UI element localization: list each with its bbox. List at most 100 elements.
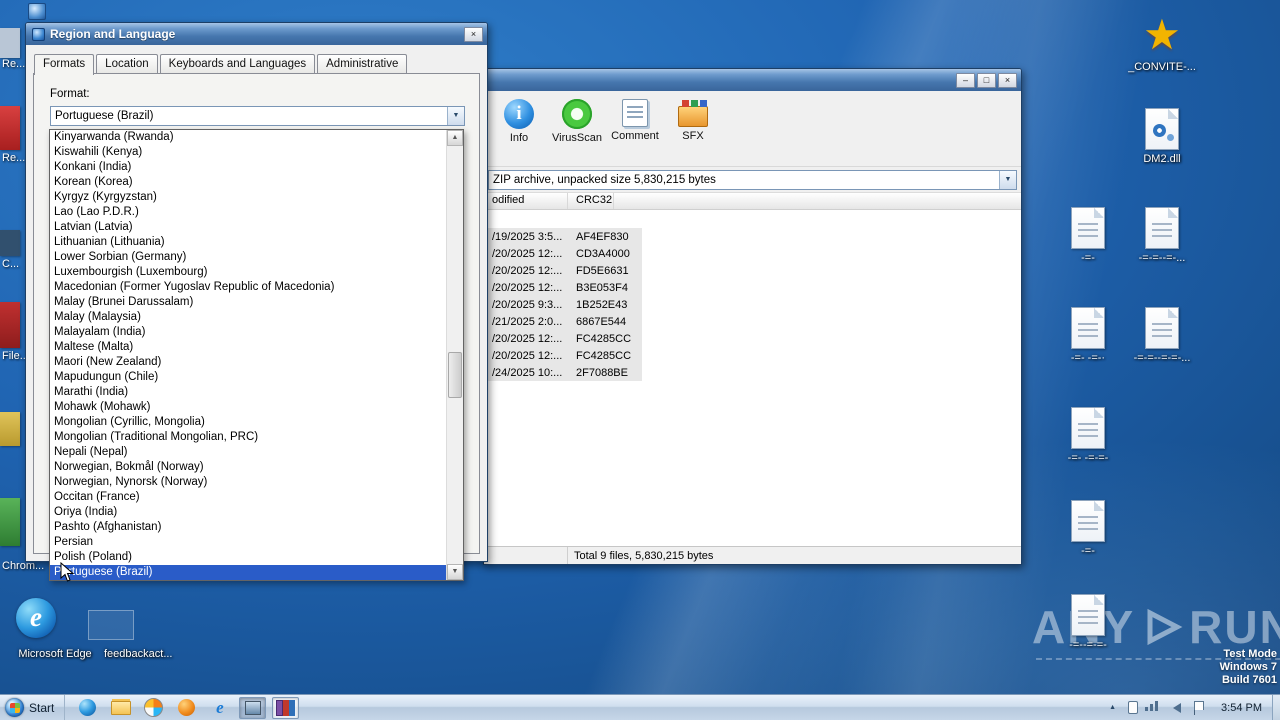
dropdown-option[interactable]: Maltese (Malta) [50,340,446,355]
format-combobox[interactable]: Portuguese (Brazil) ▼ [50,106,465,126]
dropdown-scrollbar[interactable]: ▲ ▼ [446,130,463,580]
archive-window-taskbar-icon[interactable] [272,696,300,719]
close-button[interactable]: × [464,26,483,42]
sfx-button[interactable]: SFX [664,99,722,142]
file-row[interactable]: /20/2025 12:... FC4285CC [484,330,642,347]
close-button[interactable]: × [998,72,1017,88]
desktop-icon-convite[interactable]: _CONVITE-... [1126,12,1198,73]
document-icon [1071,594,1105,636]
chevron-down-icon[interactable]: ▼ [999,171,1016,189]
dropdown-option[interactable]: Portuguese (Brazil) [50,565,446,580]
desktop-icon-file[interactable]: -=-=--=-... [1126,207,1198,264]
virusscan-button[interactable]: VirusScan [548,99,606,144]
dropdown-option[interactable]: Occitan (France) [50,490,446,505]
media-player-taskbar-icon[interactable] [140,697,167,719]
desktop-icon-file[interactable]: -=-=--=-=-... [1126,307,1198,364]
desktop-icon-fragment[interactable] [0,302,20,348]
file-row[interactable]: /24/2025 10:... 2F7088BE [484,364,642,381]
dropdown-option[interactable]: Luxembourgish (Luxembourg) [50,265,446,280]
dropdown-option[interactable]: Malayalam (India) [50,325,446,340]
dropdown-option[interactable]: Nepali (Nepal) [50,445,446,460]
desktop-icon-file[interactable]: -=--=-=- [1052,594,1124,651]
desktop-icon-fragment[interactable] [0,412,20,446]
desktop-icon-file[interactable]: -=- [1052,207,1124,264]
dropdown-option[interactable]: Konkani (India) [50,160,446,175]
file-modified: /21/2025 2:0... [492,315,563,328]
tab-location[interactable]: Location [96,54,158,73]
network-tray-icon[interactable] [1145,701,1159,711]
chevron-down-icon[interactable]: ▼ [447,107,464,125]
dropdown-option[interactable]: Marathi (India) [50,385,446,400]
tab-administrative[interactable]: Administrative [317,54,408,73]
minimize-button[interactable]: – [956,72,975,88]
scroll-down-icon[interactable]: ▼ [447,564,463,580]
desktop-icon-fragment[interactable] [0,28,20,58]
dropdown-option[interactable]: Polish (Poland) [50,550,446,565]
dropdown-option[interactable]: Persian [50,535,446,550]
dropdown-option[interactable]: Lower Sorbian (Germany) [50,250,446,265]
dropdown-option[interactable]: Pashto (Afghanistan) [50,520,446,535]
dropdown-option[interactable]: Mongolian (Traditional Mongolian, PRC) [50,430,446,445]
volume-tray-icon[interactable] [1168,702,1182,713]
tab-formats[interactable]: Formats [34,54,95,75]
dropdown-option[interactable]: Kyrgyz (Kyrgyzstan) [50,190,446,205]
desktop-icon-file[interactable]: -=- -=-=- [1052,407,1124,464]
action-center-flag-icon[interactable] [1194,701,1205,715]
scrollbar-thumb[interactable] [448,352,462,398]
start-button[interactable]: Start [0,695,66,720]
file-row[interactable]: /20/2025 12:... FD5E6631 [484,262,642,279]
selected-icon-outline[interactable] [88,610,134,640]
region-dialog-taskbar-icon[interactable] [239,696,267,719]
comment-button[interactable]: Comment [606,99,664,142]
dropdown-option[interactable]: Mongolian (Cyrillic, Mongolia) [50,415,446,430]
desktop-icon-fragment[interactable] [0,106,20,150]
dropdown-option[interactable]: Mapudungun (Chile) [50,370,446,385]
show-desktop-button[interactable] [1272,695,1280,720]
dropdown-option[interactable]: Lithuanian (Lithuania) [50,235,446,250]
dropdown-option[interactable]: Norwegian, Bokmål (Norway) [50,460,446,475]
desktop-icon-fragment[interactable] [0,230,20,256]
dropdown-option[interactable]: Maori (New Zealand) [50,355,446,370]
dropdown-option[interactable]: Macedonian (Former Yugoslav Republic of … [50,280,446,295]
archive-statusbar: Total 9 files, 5,830,215 bytes [484,546,1021,564]
dropdown-option[interactable]: Oriya (India) [50,505,446,520]
dropdown-option[interactable]: Kiswahili (Kenya) [50,145,446,160]
archive-address-combo[interactable]: ZIP archive, unpacked size 5,830,215 byt… [488,170,1017,190]
dropdown-option[interactable]: Lao (Lao P.D.R.) [50,205,446,220]
dropdown-option[interactable]: Korean (Korea) [50,175,446,190]
file-row[interactable]: /20/2025 12:... CD3A4000 [484,245,642,262]
archive-titlebar[interactable]: – □ × [484,69,1021,91]
desktop-icon-dm2-dll[interactable]: DM2.dll [1126,108,1198,165]
internet-explorer-taskbar-icon[interactable] [206,697,233,719]
dropdown-option[interactable]: Malay (Malaysia) [50,310,446,325]
tab-keyboards-and-languages[interactable]: Keyboards and Languages [159,54,316,73]
file-row[interactable]: /19/2025 3:5... AF4EF830 [484,228,642,245]
desktop-icon-fragment[interactable] [28,3,46,20]
dropdown-option[interactable]: Latvian (Latvia) [50,220,446,235]
dialog-titlebar[interactable]: Region and Language × [26,23,487,45]
tray-expand-icon[interactable]: ▲ [1102,704,1123,711]
taskbar-clock[interactable]: 3:54 PM [1211,702,1272,714]
document-icon [1145,307,1179,349]
edge-taskbar-icon[interactable] [74,697,101,719]
info-button[interactable]: i Info [490,99,548,144]
scroll-up-icon[interactable]: ▲ [447,130,463,146]
maximize-button[interactable]: □ [977,72,996,88]
app-taskbar-icon[interactable] [173,697,200,719]
file-row[interactable]: /20/2025 12:... FC4285CC [484,347,642,364]
desktop-icon-fragment[interactable] [0,498,20,546]
edge-icon[interactable]: e [16,598,56,638]
file-row[interactable]: /20/2025 12:... B3E053F4 [484,279,642,296]
dropdown-option[interactable]: Norwegian, Nynorsk (Norway) [50,475,446,490]
explorer-taskbar-icon[interactable] [107,697,134,719]
dropdown-option[interactable]: Mohawk (Mohawk) [50,400,446,415]
device-tray-icon[interactable] [1128,701,1139,714]
desktop-icon-file[interactable]: -=- [1052,500,1124,557]
desktop-icon-file[interactable]: -=- -=-· [1052,307,1124,364]
file-row[interactable]: /20/2025 9:3... 1B252E43 [484,296,642,313]
column-header-crc32[interactable]: CRC32 [568,193,614,209]
file-row[interactable]: /21/2025 2:0... 6867E544 [484,313,642,330]
dropdown-option[interactable]: Kinyarwanda (Rwanda) [50,130,446,145]
column-header-modified[interactable]: odified [484,193,568,209]
dropdown-option[interactable]: Malay (Brunei Darussalam) [50,295,446,310]
